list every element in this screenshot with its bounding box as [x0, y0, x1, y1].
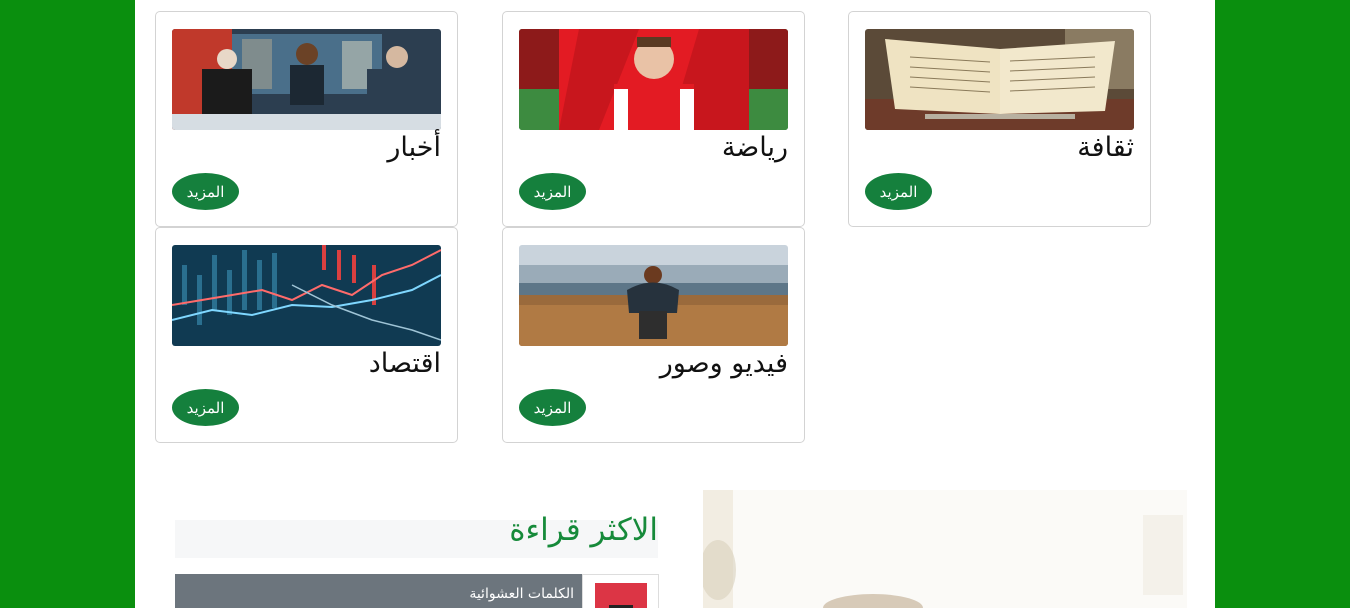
category-card-sports[interactable]: رياضة المزيد	[502, 11, 805, 227]
more-button[interactable]: المزيد	[519, 173, 586, 210]
most-read-item[interactable]: الكلمات العشوائية	[175, 574, 659, 608]
category-card-media[interactable]: فيديو وصور المزيد	[502, 227, 805, 443]
most-read-title: الاكثر قراءة	[509, 512, 658, 548]
open-book-image[interactable]	[865, 29, 1134, 130]
category-title: اقتصاد	[368, 348, 441, 379]
person-field-image[interactable]	[519, 245, 788, 346]
news-studio-image[interactable]	[172, 29, 441, 130]
football-player-image[interactable]	[519, 29, 788, 130]
most-read-header: الاكثر قراءة	[175, 512, 658, 558]
category-title: ثقافة	[1077, 132, 1134, 163]
side-feature-image[interactable]	[703, 490, 1187, 608]
most-read-item-label[interactable]: الكلمات العشوائية	[469, 586, 574, 602]
more-button[interactable]: المزيد	[172, 389, 239, 426]
category-title: رياضة	[721, 132, 788, 163]
page-container: أخبار المزيد رياضة المزيد ثقافة المزيد ا…	[135, 0, 1215, 608]
category-title: فيديو وصور	[659, 348, 788, 379]
more-button[interactable]: المزيد	[172, 173, 239, 210]
most-read-item-thumbnail[interactable]	[582, 574, 659, 608]
more-button[interactable]: المزيد	[519, 389, 586, 426]
category-card-news[interactable]: أخبار المزيد	[155, 11, 458, 227]
category-card-culture[interactable]: ثقافة المزيد	[848, 11, 1151, 227]
category-card-economy[interactable]: اقتصاد المزيد	[155, 227, 458, 443]
more-button[interactable]: المزيد	[865, 173, 932, 210]
stock-chart-image[interactable]	[172, 245, 441, 346]
category-title: أخبار	[387, 132, 441, 163]
